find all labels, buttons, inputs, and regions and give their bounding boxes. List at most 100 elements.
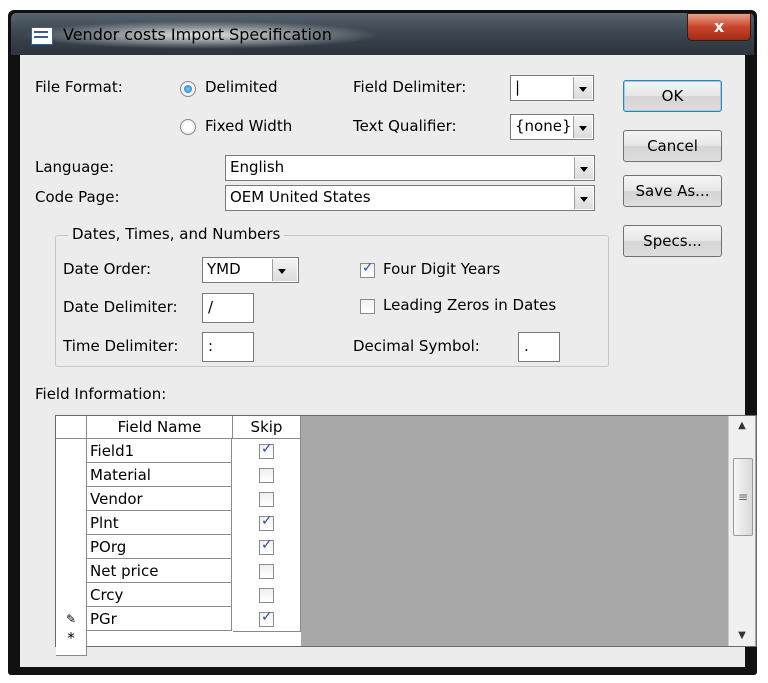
code-page-value: OEM United States (230, 188, 371, 206)
four-digit-years-checkbox[interactable] (360, 260, 375, 278)
skip-cell[interactable] (233, 463, 301, 488)
table-row[interactable]: Net price (56, 559, 301, 584)
cancel-button[interactable]: Cancel (623, 130, 722, 162)
field-name-cell[interactable]: PGr (87, 607, 232, 631)
grid-columns: Field Name Skip Field1MaterialVendorPlnt… (56, 416, 301, 656)
field-name-cell[interactable]: Vendor (87, 487, 232, 511)
skip-cell[interactable] (233, 559, 301, 584)
field-name-cell[interactable]: Material (87, 463, 232, 487)
date-order-label: Date Order: (63, 260, 152, 278)
chevron-down-icon[interactable] (573, 77, 592, 99)
field-name-cell[interactable]: Net price (87, 559, 232, 583)
field-information-grid[interactable]: Field Name Skip Field1MaterialVendorPlnt… (55, 415, 757, 656)
close-button[interactable]: x (687, 13, 751, 41)
table-row[interactable]: Crcy (56, 583, 301, 608)
decimal-symbol-value: . (524, 337, 529, 355)
field-delimiter-label: Field Delimiter: (353, 78, 467, 96)
table-icon (31, 27, 53, 45)
skip-header[interactable]: Skip (233, 416, 301, 439)
decimal-symbol-input[interactable]: . (518, 332, 560, 362)
time-delimiter-label: Time Delimiter: (63, 337, 179, 355)
date-order-combo[interactable]: YMD (202, 257, 299, 283)
skip-checkbox[interactable] (259, 564, 274, 579)
text-qualifier-value: {none} (515, 117, 572, 135)
row-selector[interactable] (56, 439, 87, 464)
fixed-width-label[interactable]: Fixed Width (205, 117, 292, 135)
vertical-scrollbar[interactable]: ▲ ≡ ▼ (728, 416, 755, 646)
title-bar[interactable]: Vendor costs Import Specification x (11, 13, 754, 55)
four-digit-years-label[interactable]: Four Digit Years (383, 260, 500, 278)
delimited-label[interactable]: Delimited (205, 78, 278, 96)
field-name-header[interactable]: Field Name (87, 416, 233, 439)
scroll-down-icon[interactable]: ▼ (729, 626, 755, 646)
skip-cell[interactable] (233, 607, 301, 632)
skip-checkbox[interactable] (259, 609, 274, 627)
window-title: Vendor costs Import Specification (63, 25, 332, 44)
skip-checkbox[interactable] (259, 588, 274, 603)
row-selector[interactable] (56, 511, 87, 536)
skip-checkbox[interactable] (259, 513, 274, 531)
scroll-up-icon[interactable]: ▲ (729, 416, 755, 436)
skip-checkbox[interactable] (259, 468, 274, 483)
skip-cell[interactable] (233, 583, 301, 608)
table-row[interactable]: ✎ PGr (56, 607, 301, 632)
skip-checkbox[interactable] (259, 492, 274, 507)
leading-zeros-checkbox[interactable] (360, 299, 375, 314)
field-delimiter-combo[interactable]: | (510, 75, 594, 101)
date-order-value: YMD (207, 260, 241, 278)
fixed-width-radio[interactable] (180, 119, 196, 135)
row-selector-header (56, 416, 87, 439)
language-value: English (230, 158, 285, 176)
text-qualifier-label: Text Qualifier: (353, 117, 457, 135)
date-delimiter-input[interactable]: / (202, 293, 254, 323)
field-name-cell[interactable]: Plnt (87, 511, 232, 535)
date-delimiter-value: / (208, 298, 214, 316)
new-record-marker: * (56, 631, 87, 656)
row-selector[interactable] (56, 583, 87, 608)
decimal-symbol-label: Decimal Symbol: (353, 337, 480, 355)
chevron-down-icon[interactable] (574, 157, 593, 179)
field-information-label: Field Information: (35, 385, 167, 403)
save-as-button[interactable]: Save As... (623, 175, 722, 207)
table-row[interactable]: POrg (56, 535, 301, 560)
dialog-window: Vendor costs Import Specification x File… (8, 10, 757, 675)
dates-group-title: Dates, Times, and Numbers (68, 225, 285, 243)
language-label: Language: (35, 158, 115, 176)
delimited-radio[interactable] (180, 81, 196, 97)
language-combo[interactable]: English (225, 155, 595, 181)
ok-button[interactable]: OK (623, 80, 722, 112)
code-page-combo[interactable]: OEM United States (225, 185, 595, 211)
skip-cell[interactable] (233, 535, 301, 560)
skip-cell[interactable] (233, 439, 301, 464)
row-selector[interactable] (56, 463, 87, 488)
text-qualifier-combo[interactable]: {none} (510, 114, 594, 140)
chevron-down-icon[interactable] (574, 187, 593, 209)
chevron-down-icon[interactable] (573, 116, 592, 138)
scroll-thumb[interactable]: ≡ (733, 458, 753, 536)
new-record-row[interactable]: * (56, 631, 301, 656)
table-row[interactable]: Material (56, 463, 301, 488)
field-delimiter-value: | (515, 78, 521, 96)
leading-zeros-label[interactable]: Leading Zeros in Dates (383, 296, 556, 314)
code-page-label: Code Page: (35, 188, 120, 206)
date-delimiter-label: Date Delimiter: (63, 298, 178, 316)
dialog-body: File Format: Delimited Fixed Width Field… (20, 55, 757, 667)
skip-checkbox[interactable] (259, 537, 274, 555)
row-selector[interactable] (56, 487, 87, 512)
table-row[interactable]: Field1 (56, 439, 301, 464)
field-name-cell[interactable]: Field1 (87, 439, 232, 463)
row-selector[interactable] (56, 559, 87, 584)
table-row[interactable]: Plnt (56, 511, 301, 536)
time-delimiter-value: : (208, 337, 214, 355)
skip-cell[interactable] (233, 487, 301, 512)
skip-cell[interactable] (233, 511, 301, 536)
specs-button[interactable]: Specs... (623, 225, 722, 257)
field-name-cell[interactable]: POrg (87, 535, 232, 559)
field-name-cell[interactable]: Crcy (87, 583, 232, 607)
chevron-down-icon[interactable] (272, 259, 297, 281)
file-format-label: File Format: (35, 78, 123, 96)
table-row[interactable]: Vendor (56, 487, 301, 512)
time-delimiter-input[interactable]: : (202, 332, 254, 362)
row-selector[interactable] (56, 535, 87, 560)
skip-checkbox[interactable] (259, 441, 274, 459)
